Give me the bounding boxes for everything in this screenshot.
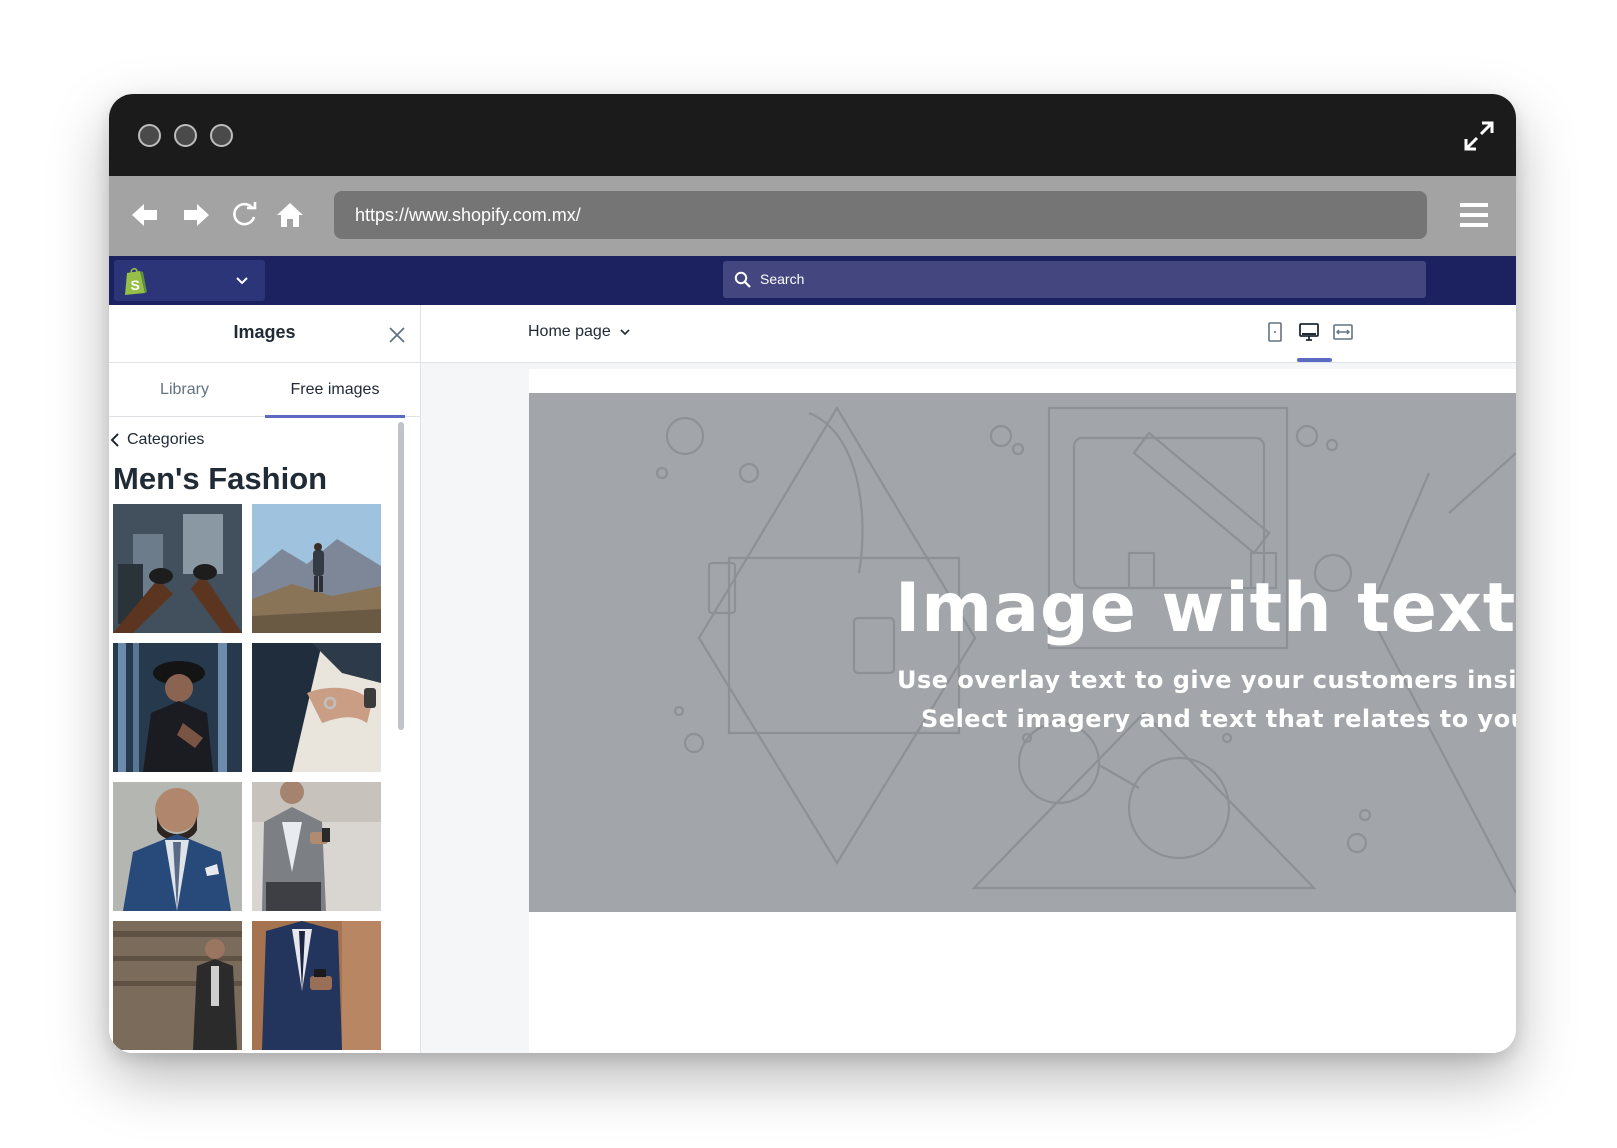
- reload-icon[interactable]: [229, 200, 259, 230]
- minimize-window-button[interactable]: [174, 124, 197, 147]
- fullwidth-view-icon[interactable]: [1332, 321, 1354, 343]
- free-image-thumbnail[interactable]: [252, 921, 381, 1050]
- placeholder-illustration: [655, 405, 1516, 894]
- search-placeholder: Search: [760, 271, 805, 287]
- editor-header: Home page: [421, 305, 1516, 363]
- tab-library[interactable]: Library: [109, 363, 260, 417]
- free-image-thumbnail[interactable]: [113, 643, 242, 772]
- store-preview: Image with text o Use overlay text to gi…: [529, 369, 1516, 1053]
- shopify-logo-icon: S: [125, 267, 147, 295]
- free-image-thumbnail[interactable]: [113, 504, 242, 633]
- free-image-thumbnail[interactable]: [252, 643, 381, 772]
- page-selector[interactable]: Home page: [528, 323, 631, 341]
- title-bar: [109, 94, 1516, 176]
- man-phone-brick-photo: [252, 921, 381, 1050]
- hero-title: Image with text o: [895, 569, 1516, 648]
- free-image-thumbnail[interactable]: [252, 504, 381, 633]
- page-selector-label: Home page: [528, 323, 611, 340]
- chevron-down-icon: [236, 277, 248, 285]
- admin-top-bar: S Search: [109, 256, 1516, 305]
- hero-subtitle-line-2: Select imagery and text that relates to …: [921, 705, 1516, 733]
- svg-text:S: S: [131, 277, 140, 293]
- browser-window: https://www.shopify.com.mx/ S Search Ima…: [109, 94, 1516, 1053]
- mountain-hiker-photo: [252, 504, 381, 633]
- address-bar[interactable]: https://www.shopify.com.mx/: [334, 191, 1427, 239]
- close-icon[interactable]: [388, 326, 406, 344]
- hamburger-menu-icon[interactable]: [1460, 200, 1488, 230]
- categories-label: Categories: [127, 431, 205, 448]
- man-wooden-wall-photo: [113, 921, 242, 1050]
- free-image-thumbnail[interactable]: [252, 782, 381, 911]
- chevron-left-icon: [110, 433, 119, 447]
- panel-scrollbar[interactable]: [398, 422, 404, 730]
- panel-title: Images: [233, 322, 296, 342]
- search-input[interactable]: Search: [723, 261, 1426, 298]
- man-in-hat-photo: [113, 643, 242, 772]
- image-with-text-section[interactable]: Image with text o Use overlay text to gi…: [529, 393, 1516, 912]
- desktop-view-icon[interactable]: [1298, 321, 1320, 343]
- man-blue-suit-photo: [113, 782, 242, 911]
- forward-arrow-icon[interactable]: [181, 200, 211, 230]
- hero-subtitle-line-1: Use overlay text to give your customers …: [897, 666, 1516, 694]
- categories-back-link[interactable]: Categories: [109, 431, 204, 449]
- active-view-indicator: [1297, 358, 1332, 362]
- ring-hand-photo: [252, 643, 381, 772]
- editor-canvas: Image with text o Use overlay text to gi…: [421, 363, 1516, 1053]
- panel-tabs: Library Free images: [109, 363, 420, 418]
- close-window-button[interactable]: [138, 124, 161, 147]
- panel-header: Images: [109, 305, 420, 363]
- search-icon: [734, 271, 751, 288]
- free-image-thumbnail[interactable]: [113, 782, 242, 911]
- city-rooftop-photo: [113, 504, 242, 633]
- mobile-view-icon[interactable]: [1264, 321, 1286, 343]
- chevron-down-icon: [620, 329, 630, 336]
- browser-toolbar: https://www.shopify.com.mx/: [109, 176, 1516, 256]
- free-image-thumbnail[interactable]: [113, 921, 242, 1050]
- store-switcher[interactable]: S: [114, 260, 265, 301]
- maximize-window-button[interactable]: [210, 124, 233, 147]
- back-arrow-icon[interactable]: [130, 200, 160, 230]
- man-gray-blazer-photo: [252, 782, 381, 911]
- category-title: Men's Fashion: [113, 461, 328, 496]
- images-panel: Images Library Free images Categories Me…: [109, 305, 421, 1053]
- home-icon[interactable]: [275, 200, 305, 230]
- tab-free-images[interactable]: Free images: [265, 363, 405, 418]
- fullscreen-icon[interactable]: [1462, 119, 1496, 153]
